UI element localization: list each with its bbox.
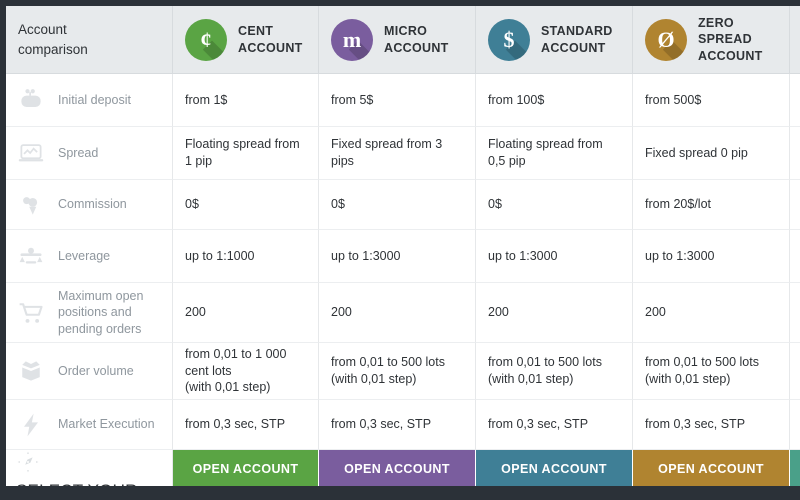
open-account-button[interactable]: OPEN ACCOUNT: [173, 450, 318, 486]
zero-slash-icon: Ø: [645, 18, 687, 61]
table-cell: up to 1:3000: [476, 230, 633, 283]
table-cell: 200: [173, 283, 319, 343]
table-cell: Floating spread from 0,5 pip: [476, 127, 633, 180]
table-title-cell: Account comparison: [6, 6, 173, 74]
cta-partial[interactable]: [790, 450, 800, 486]
open-account-button[interactable]: OPEN ACCOUNT: [319, 450, 475, 486]
lightning-bolt-icon: [16, 410, 46, 440]
row-label-text: Order volume: [58, 363, 134, 378]
cta-cent[interactable]: OPEN ACCOUNT Learn more >: [173, 450, 319, 486]
table-cell: 200: [476, 283, 633, 343]
row-label-order-volume: Order volume: [6, 343, 173, 400]
account-name-label: MICRO ACCOUNT: [384, 24, 449, 55]
row-label-text: Initial deposit: [58, 92, 131, 107]
row-label-text: Leverage: [58, 248, 111, 263]
table-cell: from 0,3 sec, STP: [633, 400, 790, 450]
cent-coin-icon: ¢: [185, 18, 227, 61]
account-comparison-widget: Account comparison ¢ CENT ACCOUNT m MICR…: [0, 0, 800, 500]
page-title: Account comparison: [18, 21, 88, 57]
table-cell: from 0,01 to 500 lots (with 0,01 step): [476, 343, 633, 400]
cta-micro[interactable]: OPEN ACCOUNT Learn more >: [319, 450, 476, 486]
table-cell: Fixed spread from 3 pips: [319, 127, 476, 180]
table-cell: 0$: [476, 180, 633, 230]
table-cell: from 1$: [173, 74, 319, 127]
select-account-text: SELECT YOUR ACCOUNT: [16, 481, 162, 486]
table-cell: [790, 74, 800, 127]
table-cell: from 100$: [476, 74, 633, 127]
row-label-text: Commission: [58, 197, 127, 212]
account-header-micro[interactable]: m MICRO ACCOUNT: [319, 6, 476, 74]
account-header-cent[interactable]: ¢ CENT ACCOUNT: [173, 6, 319, 74]
table-cell: Floating spread from 1 pip: [173, 127, 319, 180]
table-cell: from 0,3 sec, STP: [319, 400, 476, 450]
row-label-text: Market Execution: [58, 417, 155, 432]
compass-needle-icon: [16, 450, 40, 474]
table-cell: 0$: [173, 180, 319, 230]
shopping-cart-icon: [16, 298, 46, 328]
table-cell: from 0,3 sec, STP: [476, 400, 633, 450]
table-cell: [790, 127, 800, 180]
dollar-coin-icon: $: [488, 18, 530, 61]
table-cell: [790, 230, 800, 283]
cta-zero-spread[interactable]: OPEN ACCOUNT Learn more >: [633, 450, 790, 486]
table-cell: up to 1:3000: [633, 230, 790, 283]
account-name-label: CENT ACCOUNT: [238, 24, 303, 55]
row-label-text: Maximum open positions and pending order…: [58, 289, 144, 336]
row-label-text: Spread: [58, 145, 99, 160]
row-label-leverage: Leverage: [6, 230, 173, 283]
table-cell: Fixed spread 0 pip: [633, 127, 790, 180]
account-name-label: STANDARD ACCOUNT: [541, 24, 613, 55]
table-cell: [790, 400, 800, 450]
comparison-table: Account comparison ¢ CENT ACCOUNT m MICR…: [6, 6, 800, 486]
table-cell: [790, 180, 800, 230]
table-cell: from 0,01 to 500 lots (with 0,01 step): [633, 343, 790, 400]
open-account-button[interactable]: OPEN ACCOUNT: [476, 450, 632, 486]
table-cell: up to 1:3000: [319, 230, 476, 283]
cta-standard[interactable]: OPEN ACCOUNT Learn more >: [476, 450, 633, 486]
open-account-button[interactable]: [790, 450, 800, 486]
laptop-chart-icon: [16, 138, 46, 168]
table-cell: 200: [633, 283, 790, 343]
row-label-spread: Spread: [6, 127, 173, 180]
row-label-maximum-open-positions-and-pending-orders: Maximum open positions and pending order…: [6, 283, 173, 343]
account-header-standard[interactable]: $ STANDARD ACCOUNT: [476, 6, 633, 74]
table-cell: up to 1:1000: [173, 230, 319, 283]
open-account-button[interactable]: OPEN ACCOUNT: [633, 450, 789, 486]
table-cell: from 500$: [633, 74, 790, 127]
row-label-market-execution: Market Execution: [6, 400, 173, 450]
row-label-commission: Commission: [6, 180, 173, 230]
location-pin-icon: [16, 190, 46, 220]
micro-letter-icon: m: [331, 18, 373, 61]
open-box-icon: [16, 356, 46, 386]
account-header-partial[interactable]: [790, 6, 800, 74]
table-cell: from 5$: [319, 74, 476, 127]
account-header-zero-spread[interactable]: Ø ZERO SPREAD ACCOUNT: [633, 6, 790, 74]
row-label-initial-deposit: Initial deposit: [6, 74, 173, 127]
table-cell: from 0,01 to 500 lots (with 0,01 step): [319, 343, 476, 400]
table-cell: from 20$/lot: [633, 180, 790, 230]
table-cell: [790, 283, 800, 343]
table-cell: 200: [319, 283, 476, 343]
select-your-account-label: SELECT YOUR ACCOUNT: [6, 450, 173, 486]
table-cell: from 0,3 sec, STP: [173, 400, 319, 450]
piggy-bank-icon: [16, 85, 46, 115]
table-cell: [790, 343, 800, 400]
account-name-label: ZERO SPREAD ACCOUNT: [698, 16, 763, 63]
table-cell: 0$: [319, 180, 476, 230]
table-cell: from 0,01 to 1 000 cent lots (with 0,01 …: [173, 343, 319, 400]
scales-balance-icon: [16, 241, 46, 271]
